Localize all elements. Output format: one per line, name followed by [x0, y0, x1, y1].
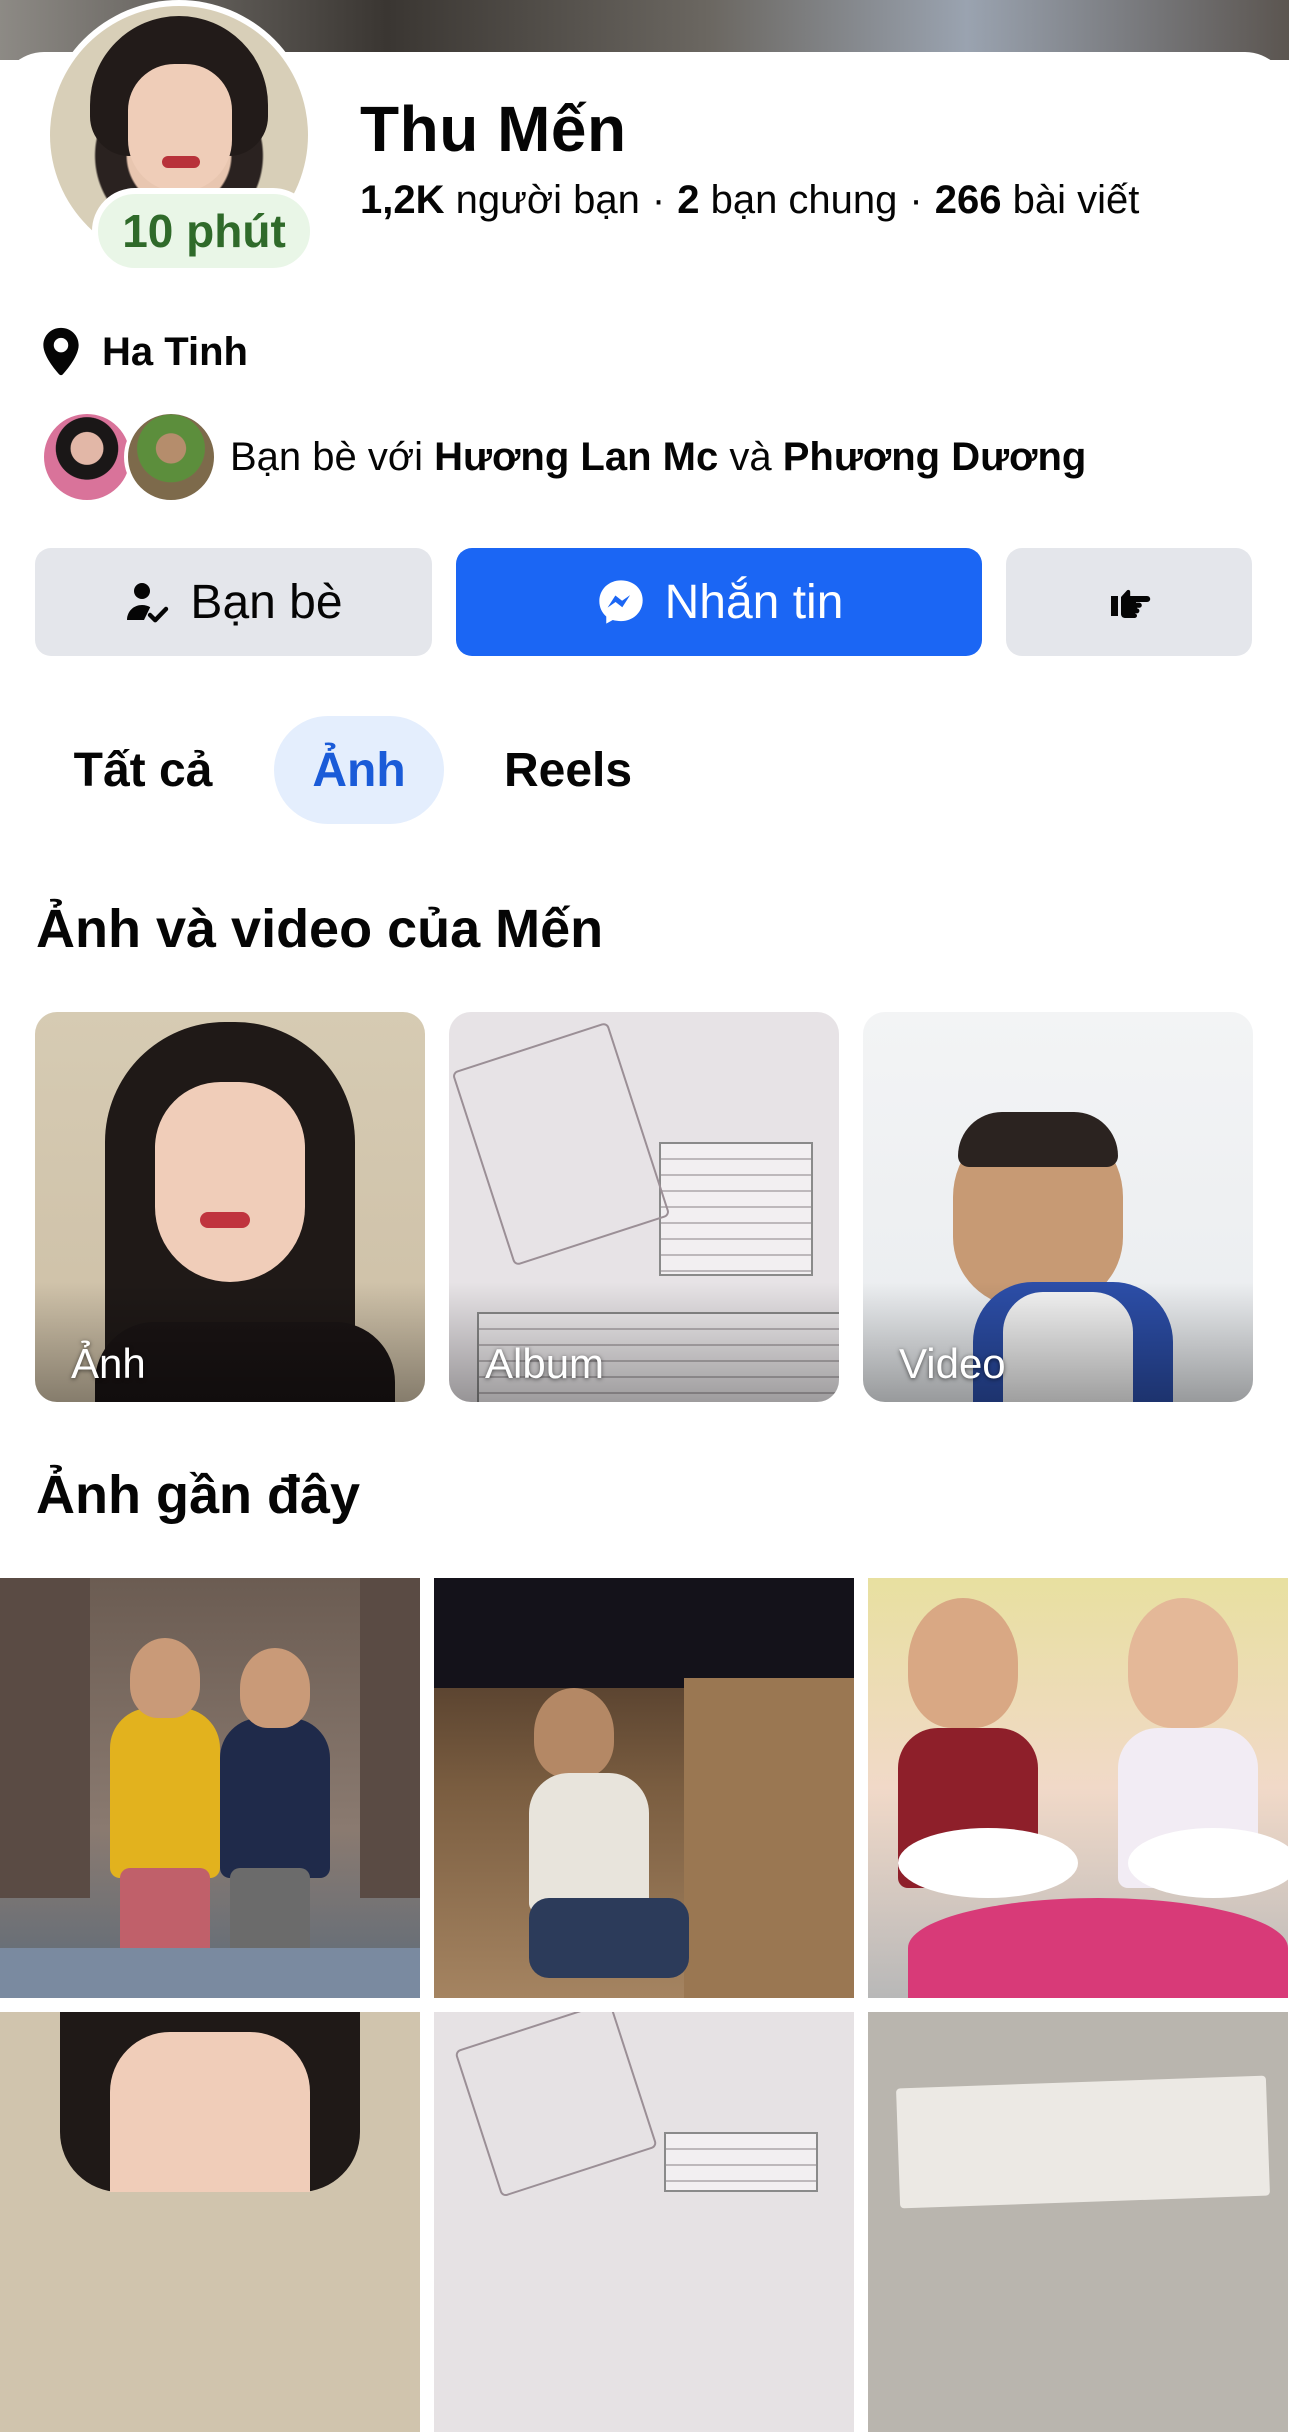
mutual-count-label[interactable]: bạn chung: [711, 178, 898, 222]
mutual-friend-name[interactable]: Hương Lan Mc: [434, 435, 718, 479]
posts-count-label: bài viết: [1012, 178, 1140, 222]
poke-button[interactable]: [1006, 548, 1252, 656]
tab-reels[interactable]: Reels: [470, 716, 666, 824]
profile-name: Thu Mến: [360, 93, 627, 165]
friends-count-label[interactable]: người bạn: [456, 178, 640, 222]
friends-button-label: Bạn bè: [190, 575, 343, 629]
message-button-label: Nhắn tin: [664, 575, 844, 629]
tab-all[interactable]: Tất cả: [38, 716, 248, 824]
messenger-icon: [598, 580, 643, 624]
profile-stats: 1,2K người bạn · 2 bạn chung · 266 bài viết: [360, 178, 1139, 223]
video-card-label: Video: [899, 1340, 1006, 1387]
mutual-count[interactable]: 2: [677, 178, 699, 222]
recent-section-title: Ảnh gần đây: [36, 1465, 361, 1525]
mutual-friend-avatar[interactable]: [40, 410, 134, 504]
location-text: Ha Tinh: [102, 329, 248, 374]
stats-separator: ·: [651, 178, 666, 222]
photos-card-label: Ảnh: [71, 1340, 146, 1387]
media-section-title: Ảnh và video của Mến: [36, 899, 604, 959]
stats-separator: ·: [909, 178, 923, 222]
map-pin-icon: [43, 327, 79, 376]
recent-photo[interactable]: [868, 2012, 1288, 2432]
location-row: Ha Tinh: [38, 326, 248, 378]
message-button[interactable]: Nhắn tin: [456, 548, 982, 656]
recent-photo[interactable]: [434, 2012, 854, 2432]
recent-photo[interactable]: [868, 1578, 1288, 1998]
poke-hand-icon: [1111, 589, 1151, 618]
active-status-badge: 10 phút: [92, 188, 316, 274]
recent-photo[interactable]: [0, 1578, 420, 1998]
mutual-friend-name[interactable]: Phương Dương: [783, 435, 1087, 479]
friends-button[interactable]: Bạn bè: [35, 548, 432, 656]
friends-count[interactable]: 1,2K: [360, 178, 445, 222]
mutual-joiner: và: [729, 434, 772, 479]
posts-count: 266: [934, 178, 1002, 222]
album-card[interactable]: Album: [449, 1012, 839, 1402]
recent-photo[interactable]: [434, 1578, 854, 1998]
mutual-prefix: Bạn bè với: [230, 434, 424, 479]
recent-photo[interactable]: [0, 2012, 420, 2432]
photos-card[interactable]: Ảnh: [35, 1012, 425, 1402]
mutual-friend-avatar[interactable]: [124, 410, 218, 504]
video-card[interactable]: Video: [863, 1012, 1253, 1402]
album-card-label: Album: [485, 1340, 605, 1387]
tab-photos[interactable]: Ảnh: [274, 716, 444, 824]
person-check-icon: [127, 583, 169, 623]
mutual-friends-row[interactable]: Bạn bè với Hương Lan Mc và Phương Dương: [40, 410, 1086, 504]
mutual-friends-text[interactable]: Bạn bè với Hương Lan Mc và Phương Dương: [230, 435, 1086, 480]
